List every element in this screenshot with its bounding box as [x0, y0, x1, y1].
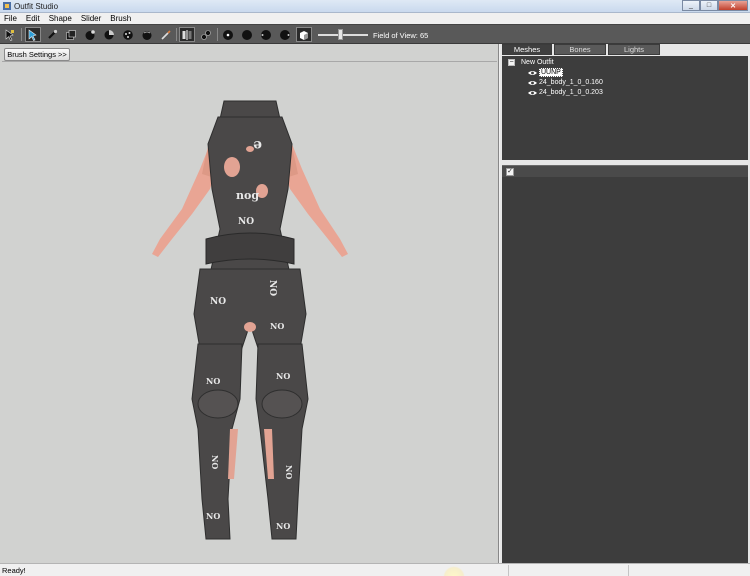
svg-text:NO: NO — [267, 280, 277, 296]
panel-tabs: Meshes Bones Lights — [502, 44, 662, 55]
eye-icon[interactable] — [528, 70, 537, 76]
svg-text:NO: NO — [210, 455, 220, 469]
color-brush-icon[interactable] — [158, 27, 174, 42]
window-controls: _ □ ✕ — [682, 0, 748, 11]
field-of-view-label: Field of View: 65 — [373, 31, 429, 40]
brush-settings-button[interactable]: Brush Settings >> — [4, 48, 70, 61]
skin-patch — [224, 157, 240, 177]
connected-icon[interactable] — [198, 27, 214, 42]
svg-text:NO: NO — [276, 521, 290, 531]
status-divider — [628, 565, 629, 576]
svg-text:nog: nog — [236, 189, 259, 202]
mesh-item-label: 24_body_1_0_0.160 — [539, 79, 603, 86]
slider-list-header: ✓ — [502, 165, 748, 177]
deflate-brush-icon[interactable] — [82, 27, 98, 42]
toolbar-separator — [21, 28, 22, 41]
hips — [193, 268, 307, 355]
toolbar: Field of View: 65 — [0, 24, 750, 44]
slider-thumb[interactable] — [338, 29, 343, 40]
right-panel: Meshes Bones Lights − New Outfit UUNP 24… — [500, 44, 750, 563]
toolbar-separator — [217, 28, 218, 41]
belt — [205, 232, 295, 265]
cursor-glow — [443, 566, 465, 576]
tree-root[interactable]: − New Outfit — [508, 58, 554, 67]
svg-text:NO: NO — [238, 217, 254, 227]
outfit-model: e nog NO NO NO NO NO NO NO NO NO NO — [152, 100, 348, 540]
window-title: Outfit Studio — [14, 2, 59, 11]
mask-brush-icon[interactable] — [44, 27, 60, 42]
eye-icon[interactable] — [528, 90, 537, 96]
menu-bar: File Edit Shape Slider Brush — [0, 13, 750, 24]
skin-patch — [246, 146, 254, 152]
mesh-item-label: UUNP — [539, 68, 563, 77]
menu-edit[interactable]: Edit — [26, 14, 40, 23]
mesh-item[interactable]: 24_body_1_0_0.160 — [528, 78, 603, 87]
lighting-view-icon[interactable] — [277, 27, 293, 42]
knee-pad — [197, 389, 239, 419]
status-text: Ready! — [2, 566, 26, 575]
move-brush-icon[interactable] — [101, 27, 117, 42]
svg-text:NO: NO — [276, 371, 290, 381]
wireframe-view-icon[interactable] — [258, 27, 274, 42]
menu-slider[interactable]: Slider — [81, 14, 101, 23]
collapse-icon[interactable]: − — [508, 59, 515, 66]
svg-text:NO: NO — [206, 376, 220, 386]
menu-shape[interactable]: Shape — [49, 14, 72, 23]
menu-file[interactable]: File — [4, 14, 17, 23]
mesh-tree: − New Outfit UUNP 24_body_1_0_0.160 24_b… — [502, 56, 748, 160]
xmirror-icon[interactable] — [179, 27, 195, 42]
transform-tool-icon[interactable] — [25, 27, 41, 42]
smooth-brush-icon[interactable] — [120, 27, 136, 42]
status-divider — [508, 565, 509, 576]
weight-brush-icon[interactable] — [139, 27, 155, 42]
mesh-item[interactable]: 24_body_1_0_0.203 — [528, 88, 603, 97]
svg-text:NO: NO — [206, 511, 220, 521]
mesh-item-label: 24_body_1_0_0.203 — [539, 89, 603, 96]
texture-view-icon[interactable] — [296, 27, 312, 42]
status-bar: Ready! — [0, 563, 750, 576]
maximize-icon[interactable]: □ — [700, 0, 718, 11]
tree-root-label: New Outfit — [521, 59, 554, 66]
slider-checkbox[interactable]: ✓ — [506, 168, 514, 176]
slider-list[interactable] — [502, 177, 748, 563]
svg-text:e: e — [253, 137, 262, 153]
skin-patch — [244, 322, 256, 332]
title-bar: Outfit Studio _ □ ✕ — [0, 0, 750, 13]
inflate-brush-icon[interactable] — [63, 27, 79, 42]
tab-meshes[interactable]: Meshes — [502, 44, 552, 55]
slider-track — [318, 34, 368, 36]
svg-text:NO: NO — [210, 297, 226, 307]
minimize-icon[interactable]: _ — [682, 0, 700, 11]
3d-viewport[interactable]: Brush Settings >> e nog NO NO NO NO NO N… — [0, 44, 499, 563]
close-icon[interactable]: ✕ — [718, 0, 748, 11]
knee-pad — [261, 389, 303, 419]
tab-lights[interactable]: Lights — [608, 44, 660, 55]
eye-icon[interactable] — [528, 80, 537, 86]
toolbar-separator — [176, 28, 177, 41]
field-of-view-slider[interactable] — [318, 29, 368, 41]
brush-settings-bar: Brush Settings >> — [2, 47, 497, 62]
shaded-view-icon[interactable] — [239, 27, 255, 42]
app-icon — [3, 2, 11, 10]
menu-brush[interactable]: Brush — [110, 14, 131, 23]
tab-bones[interactable]: Bones — [554, 44, 606, 55]
vertex-view-icon[interactable] — [220, 27, 236, 42]
select-tool-icon[interactable] — [2, 27, 18, 42]
svg-text:NO: NO — [284, 465, 294, 479]
panel-splitter[interactable] — [502, 160, 748, 164]
mesh-item[interactable]: UUNP — [528, 68, 563, 77]
svg-text:NO: NO — [270, 321, 284, 331]
